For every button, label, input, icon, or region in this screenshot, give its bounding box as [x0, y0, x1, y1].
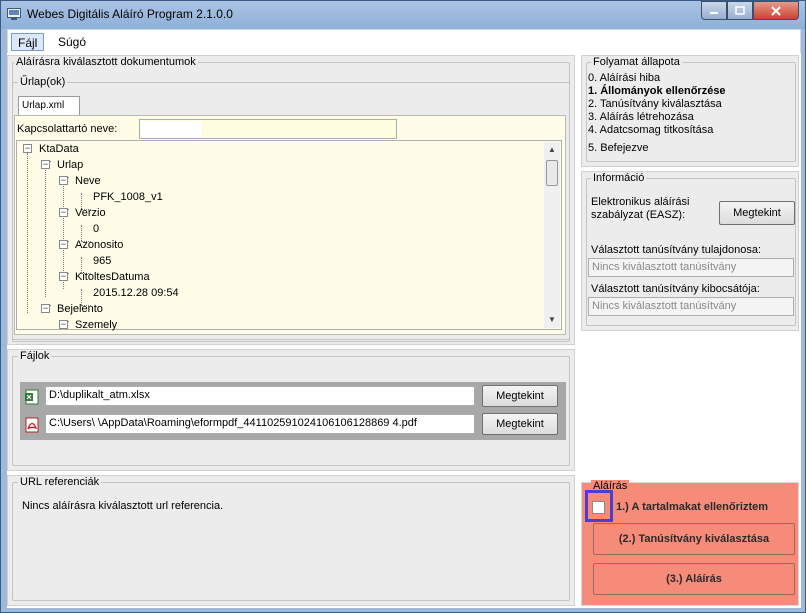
- tree-node-azonosito[interactable]: Azonosito: [75, 239, 123, 251]
- owner-label: Választott tanúsítvány tulajdonosa:: [591, 244, 761, 256]
- info-group-title: Információ: [591, 172, 647, 184]
- app-icon: [7, 8, 21, 20]
- expand-szemely-icon[interactable]: −: [59, 320, 68, 329]
- window-title: Webes Digitális Aláíró Program 2.1.0.0: [27, 7, 233, 21]
- tree-value-neve[interactable]: PFK_1008_v1: [93, 191, 163, 203]
- step-1-current: 1. Állományok ellenőrzése: [588, 85, 726, 97]
- signing-panel: Aláírás 1.) A tartalmakat ellenőriztem (…: [581, 480, 799, 606]
- minimize-button[interactable]: [701, 1, 727, 20]
- sign-button[interactable]: (3.) Aláírás: [593, 563, 795, 595]
- contact-name-redaction: [141, 121, 201, 137]
- tree-value-verzio[interactable]: 0: [93, 223, 99, 235]
- pdf-icon: [25, 417, 39, 433]
- file-list: D:\duplikalt_atm.xlsx Megtekint C:\Users…: [20, 382, 566, 440]
- issuer-label: Választott tanúsítvány kibocsátója:: [591, 283, 760, 295]
- forms-group-title: Űrlap(ok): [18, 76, 68, 88]
- app-window: Webes Digitális Aláíró Program 2.1.0.0 F…: [0, 0, 806, 613]
- tree-node-szemely[interactable]: Szemely: [75, 319, 117, 331]
- menu-bar: Fájl Súgó: [7, 29, 801, 53]
- tree-node-ktadata[interactable]: KtaData: [39, 143, 79, 155]
- step-5: 5. Befejezve: [588, 142, 649, 154]
- url-refs-group-title: URL referenciák: [18, 476, 102, 488]
- url-refs-empty-text: Nincs aláírásra kiválasztott url referen…: [22, 500, 224, 512]
- file-path-pdf[interactable]: C:\Users\ \AppData\Roaming\eformpdf_4411…: [45, 414, 475, 434]
- tree-value-kitoltesdatuma[interactable]: 2015.12.28 09:54: [93, 287, 179, 299]
- progress-steps: 0. Aláírási hiba 1. Állományok ellenőrzé…: [588, 72, 793, 162]
- maximize-icon: [735, 5, 745, 15]
- menu-file[interactable]: Fájl: [11, 33, 45, 51]
- info-panel: Információ Elektronikus aláírási szabály…: [581, 171, 799, 331]
- client-area: Aláírásra kiválasztott dokumentumok Űrla…: [7, 53, 801, 608]
- verified-checkbox-label[interactable]: 1.) A tartalmakat ellenőriztem: [616, 501, 768, 513]
- minimize-icon: [710, 11, 718, 14]
- step-0: 0. Aláírási hiba: [588, 72, 661, 84]
- excel-icon: [25, 389, 39, 405]
- expand-ktadata-icon[interactable]: −: [23, 144, 32, 153]
- step-3: 3. Aláírás létrehozása: [588, 111, 694, 123]
- tree-node-urlap[interactable]: Urlap: [57, 159, 83, 171]
- title-bar: Webes Digitális Aláíró Program 2.1.0.0: [1, 1, 805, 29]
- tree-node-kitoltesdatuma[interactable]: KitoltesDatuma: [75, 271, 150, 283]
- expand-neve-icon[interactable]: −: [59, 176, 68, 185]
- tree-node-bejelento[interactable]: Bejelento: [57, 303, 103, 315]
- expand-verzio-icon[interactable]: −: [59, 208, 68, 217]
- scroll-down-icon[interactable]: ▼: [544, 312, 560, 328]
- expand-bejelento-icon[interactable]: −: [41, 304, 50, 313]
- issuer-field[interactable]: Nincs kiválasztott tanúsítvány: [588, 297, 794, 316]
- files-group-title: Fájlok: [18, 350, 52, 362]
- tree-scrollbar[interactable]: ▲ ▼: [544, 142, 560, 328]
- tree-node-neve[interactable]: Neve: [75, 175, 101, 187]
- close-button[interactable]: [753, 1, 799, 20]
- file-path-xlsx[interactable]: D:\duplikalt_atm.xlsx: [45, 386, 475, 406]
- tree-node-verzio[interactable]: Verzio: [75, 207, 106, 219]
- close-icon: [771, 5, 781, 16]
- view-pdf-button[interactable]: Megtekint: [482, 413, 558, 435]
- documents-group-title: Aláírásra kiválasztott dokumentumok: [14, 56, 198, 68]
- scroll-up-icon[interactable]: ▲: [544, 142, 560, 158]
- tab-urlap-xml[interactable]: Urlap.xml: [18, 96, 80, 116]
- owner-field[interactable]: Nincs kiválasztott tanúsítvány: [588, 258, 794, 277]
- documents-panel: Aláírásra kiválasztott dokumentumok Űrla…: [7, 55, 575, 345]
- files-panel: Fájlok D:\duplikalt_atm.xlsx Megtekint C…: [7, 349, 575, 471]
- step-4: 4. Adatcsomag titkosítása: [588, 124, 714, 136]
- view-easz-button[interactable]: Megtekint: [719, 201, 795, 225]
- expand-urlap-icon[interactable]: −: [41, 160, 50, 169]
- easz-label-line1: Elektronikus aláírási: [591, 196, 690, 208]
- progress-panel: Folyamat állapota 0. Aláírási hiba 1. Ál…: [581, 55, 799, 167]
- select-certificate-button[interactable]: (2.) Tanúsítvány kiválasztása: [593, 523, 795, 555]
- maximize-button[interactable]: [727, 1, 753, 20]
- progress-group-title: Folyamat állapota: [591, 56, 682, 68]
- tree-value-azonosito[interactable]: 965: [93, 255, 111, 267]
- window-controls: [701, 1, 799, 20]
- expand-kitoltes-icon[interactable]: −: [59, 272, 68, 281]
- expand-azonosito-icon[interactable]: −: [59, 240, 68, 249]
- menu-help[interactable]: Súgó: [52, 33, 92, 51]
- step-2: 2. Tanúsítvány kiválasztása: [588, 98, 722, 110]
- xml-tree-view[interactable]: − KtaData − Urlap − Neve PFK_1008_v1 − V…: [16, 140, 562, 331]
- easz-label-line2: szabályzat (EASZ):: [591, 209, 686, 221]
- verified-checkbox[interactable]: [592, 501, 605, 514]
- view-xlsx-button[interactable]: Megtekint: [482, 385, 558, 407]
- scroll-thumb[interactable]: [546, 160, 558, 186]
- contact-label: Kapcsolattartó neve:: [17, 123, 118, 135]
- url-refs-panel: URL referenciák Nincs aláírásra kiválasz…: [7, 475, 575, 606]
